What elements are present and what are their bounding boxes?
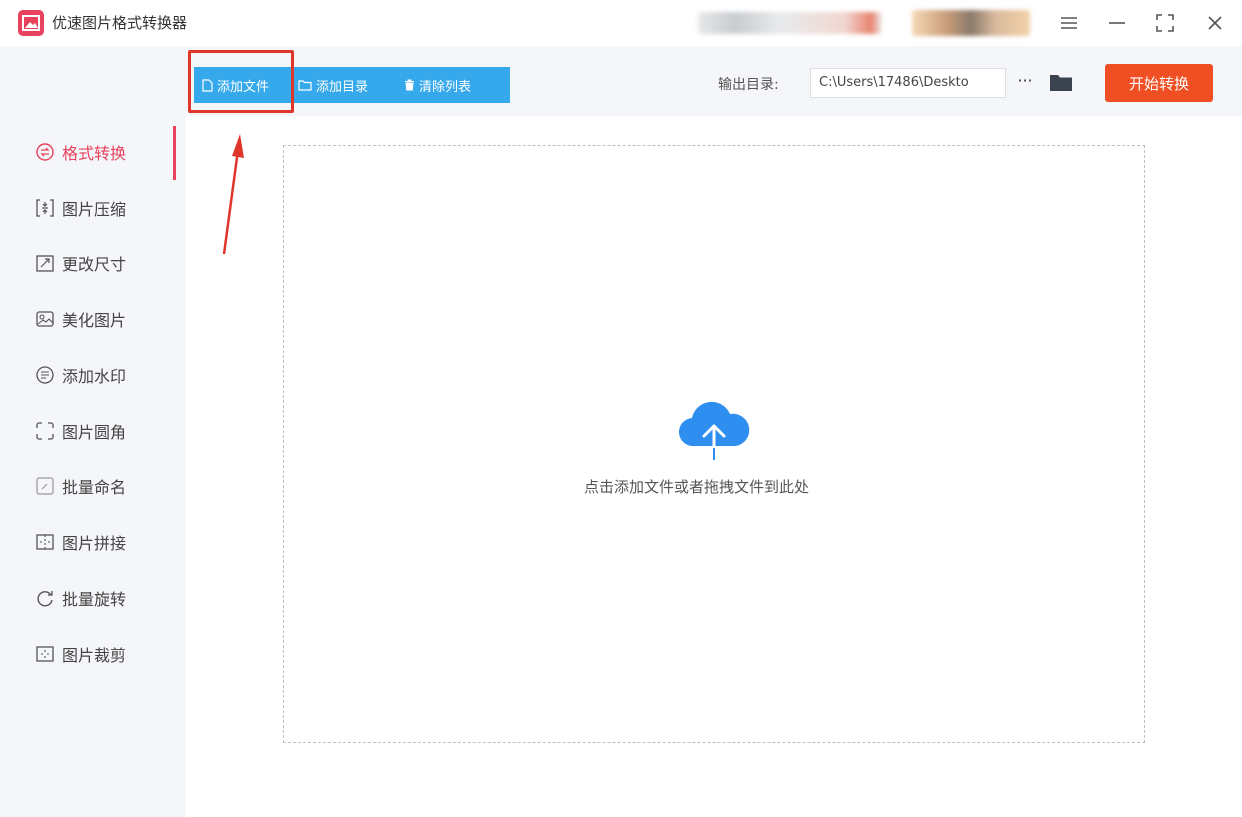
sidebar-item-beautify[interactable]: 美化图片 — [34, 305, 126, 333]
sidebar-item-label: 图片圆角 — [62, 423, 127, 442]
resize-icon — [34, 252, 56, 274]
output-path-field[interactable]: C:\Users\17486\Deskto — [810, 68, 1006, 98]
annotation-arrow — [222, 134, 244, 255]
round-corner-icon — [34, 420, 56, 442]
sidebar-item-label: 图片拼接 — [62, 534, 127, 553]
beautify-icon — [34, 308, 56, 330]
sidebar-item-crop[interactable]: 图片裁剪 — [34, 640, 126, 668]
drop-hint-text: 点击添加文件或者拖拽文件到此处 — [584, 478, 810, 496]
sidebar-item-watermark[interactable]: 添加水印 — [34, 361, 126, 389]
trash-icon — [405, 79, 414, 91]
watermark-icon — [34, 364, 56, 386]
output-dir-label: 输出目录: — [718, 77, 779, 93]
format-convert-icon — [34, 141, 56, 163]
highlight-annotation-box — [188, 50, 294, 113]
title-bar: 优速图片格式转换器 — [0, 0, 1242, 46]
cloud-upload-icon[interactable] — [676, 398, 752, 466]
sidebar-item-compress[interactable]: 图片压缩 — [34, 194, 126, 222]
sidebar-item-stitch[interactable]: 图片拼接 — [34, 528, 126, 556]
sidebar-item-format-convert[interactable]: 格式转换 — [34, 138, 126, 166]
clear-list-button[interactable]: 清除列表 — [396, 67, 496, 103]
crop-icon — [34, 643, 56, 665]
sidebar-item-rotate[interactable]: 批量旋转 — [34, 584, 126, 612]
menu-icon[interactable] — [1054, 8, 1084, 38]
open-folder-icon[interactable] — [1049, 72, 1073, 96]
sidebar-item-label: 图片压缩 — [62, 200, 127, 219]
folder-icon — [298, 79, 312, 91]
rotate-icon — [34, 587, 56, 609]
app-title: 优速图片格式转换器 — [52, 14, 188, 32]
sidebar-item-label: 添加水印 — [62, 367, 127, 386]
more-options-button[interactable]: ··· — [1012, 70, 1038, 96]
compress-icon — [34, 197, 56, 219]
close-icon[interactable] — [1200, 8, 1230, 38]
clear-list-label: 清除列表 — [419, 79, 472, 95]
sidebar-item-round-corner[interactable]: 图片圆角 — [34, 417, 126, 445]
sidebar-item-label: 图片裁剪 — [62, 646, 127, 665]
stitch-icon — [34, 531, 56, 553]
maximize-icon[interactable] — [1150, 8, 1180, 38]
blurred-user-info — [698, 12, 882, 34]
add-folder-label: 添加目录 — [316, 79, 369, 95]
sidebar-item-rename[interactable]: 批量命名 — [34, 472, 126, 500]
active-indicator — [173, 126, 176, 180]
sidebar-item-label: 格式转换 — [62, 144, 127, 163]
sidebar-item-resize[interactable]: 更改尺寸 — [34, 249, 126, 277]
sidebar-item-label: 更改尺寸 — [62, 255, 127, 274]
sidebar-item-label: 美化图片 — [62, 311, 127, 330]
add-folder-button[interactable]: 添加目录 — [290, 67, 396, 103]
sidebar-item-label: 批量旋转 — [62, 590, 127, 609]
sidebar-item-label: 批量命名 — [62, 478, 127, 497]
start-convert-button[interactable]: 开始转换 — [1105, 64, 1213, 102]
blurred-account-badge — [912, 10, 1030, 36]
app-logo-icon — [18, 10, 44, 36]
minimize-icon[interactable] — [1102, 8, 1132, 38]
rename-icon — [34, 475, 56, 497]
